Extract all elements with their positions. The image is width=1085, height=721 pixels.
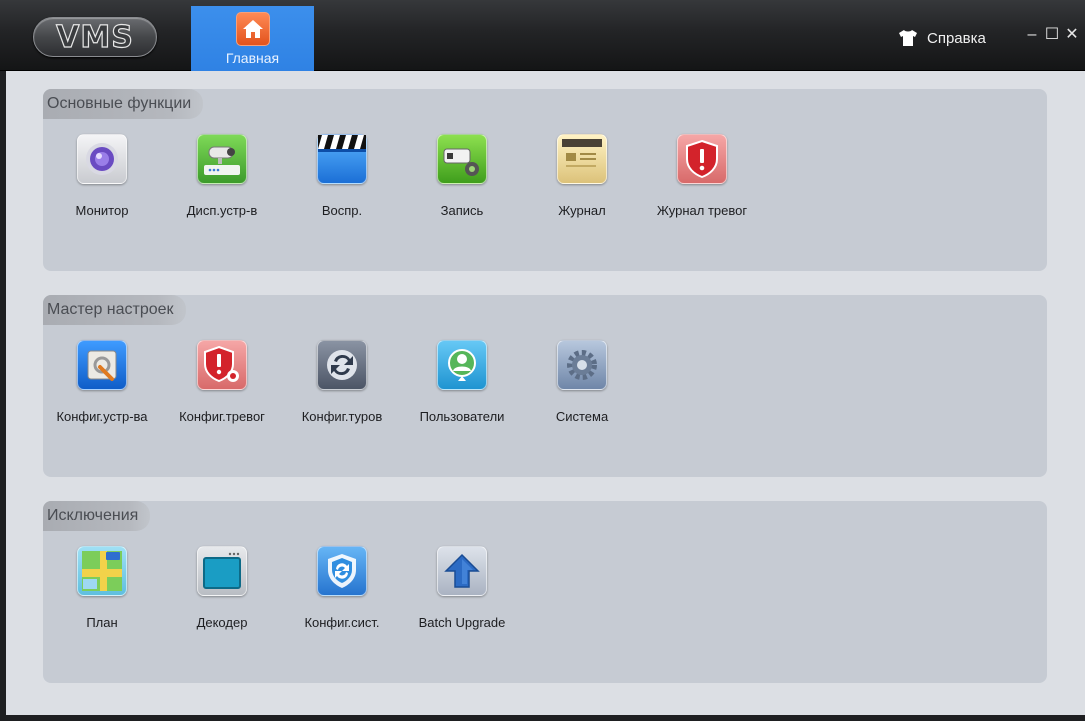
item-playback[interactable]: Воспр. <box>283 134 401 218</box>
item-alarm-config[interactable]: Конфиг.тревог <box>163 340 281 424</box>
playback-clapper-icon <box>317 134 367 184</box>
item-label: Конфиг.сист. <box>304 615 380 630</box>
help-label: Справка <box>927 29 986 47</box>
item-device-manager[interactable]: Дисп.устр-в <box>163 134 281 218</box>
item-log[interactable]: Журнал <box>523 134 641 218</box>
tshirt-icon <box>899 30 917 46</box>
log-book-icon <box>557 134 607 184</box>
batch-upgrade-icon <box>437 546 487 596</box>
section-exceptions: Исключения План Декодер Конфиг.сист. Bat… <box>43 501 1047 683</box>
section-basic-functions: Основные функции Монитор Дисп.устр-в Вос… <box>43 89 1047 271</box>
item-system[interactable]: Система <box>523 340 641 424</box>
section-title: Исключения <box>43 501 151 531</box>
device-manager-icon <box>197 134 247 184</box>
tab-home-label: Главная <box>225 50 280 66</box>
section-setup-wizard: Мастер настроек Конфиг.устр-ва Конфиг.тр… <box>43 295 1047 477</box>
item-label: Конфиг.тревог <box>179 409 265 424</box>
monitor-camera-icon <box>77 134 127 184</box>
system-config-icon <box>317 546 367 596</box>
item-label: Система <box>555 409 609 424</box>
item-alarm-log[interactable]: Журнал тревог <box>643 134 761 218</box>
item-label: Batch Upgrade <box>418 615 506 630</box>
item-label: Дисп.устр-в <box>186 203 258 218</box>
title-bar: VMS Главная Справка – ☐ ✕ <box>0 0 1085 71</box>
item-label: Конфиг.устр-ва <box>56 409 148 424</box>
item-plan[interactable]: План <box>43 546 161 630</box>
item-label: Конфиг.туров <box>301 409 383 424</box>
system-gear-icon <box>557 340 607 390</box>
item-tour-config[interactable]: Конфиг.туров <box>283 340 401 424</box>
map-plan-icon <box>77 546 127 596</box>
item-label: Пользователи <box>419 409 505 424</box>
alarm-config-icon <box>197 340 247 390</box>
device-config-icon <box>77 340 127 390</box>
item-users[interactable]: Пользователи <box>403 340 521 424</box>
alarm-log-shield-icon <box>677 134 727 184</box>
item-label: Запись <box>440 203 484 218</box>
item-device-config[interactable]: Конфиг.устр-ва <box>43 340 161 424</box>
tour-config-icon <box>317 340 367 390</box>
item-label: Журнал <box>558 203 606 218</box>
item-decoder[interactable]: Декодер <box>163 546 281 630</box>
close-button[interactable]: ✕ <box>1064 27 1080 43</box>
maximize-button[interactable]: ☐ <box>1044 27 1060 43</box>
item-label: Монитор <box>75 203 129 218</box>
home-icon <box>235 12 270 46</box>
decoder-icon <box>197 546 247 596</box>
minimize-button[interactable]: – <box>1024 27 1040 43</box>
record-config-icon <box>437 134 487 184</box>
users-icon <box>437 340 487 390</box>
item-system-config[interactable]: Конфиг.сист. <box>283 546 401 630</box>
item-label: Журнал тревог <box>656 203 748 218</box>
item-label: План <box>86 615 118 630</box>
app-logo: VMS <box>33 17 157 57</box>
item-monitor[interactable]: Монитор <box>43 134 161 218</box>
app-logo-text: VMS <box>56 19 134 55</box>
item-batch-upgrade[interactable]: Batch Upgrade <box>403 546 521 630</box>
section-title: Основные функции <box>43 89 204 119</box>
item-label: Воспр. <box>321 203 363 218</box>
help-button[interactable]: Справка <box>898 29 986 47</box>
section-title: Мастер настроек <box>43 295 186 325</box>
main-content: Основные функции Монитор Дисп.устр-в Вос… <box>6 71 1085 715</box>
tab-home[interactable]: Главная <box>191 6 314 71</box>
item-record[interactable]: Запись <box>403 134 521 218</box>
item-label: Декодер <box>196 615 248 630</box>
